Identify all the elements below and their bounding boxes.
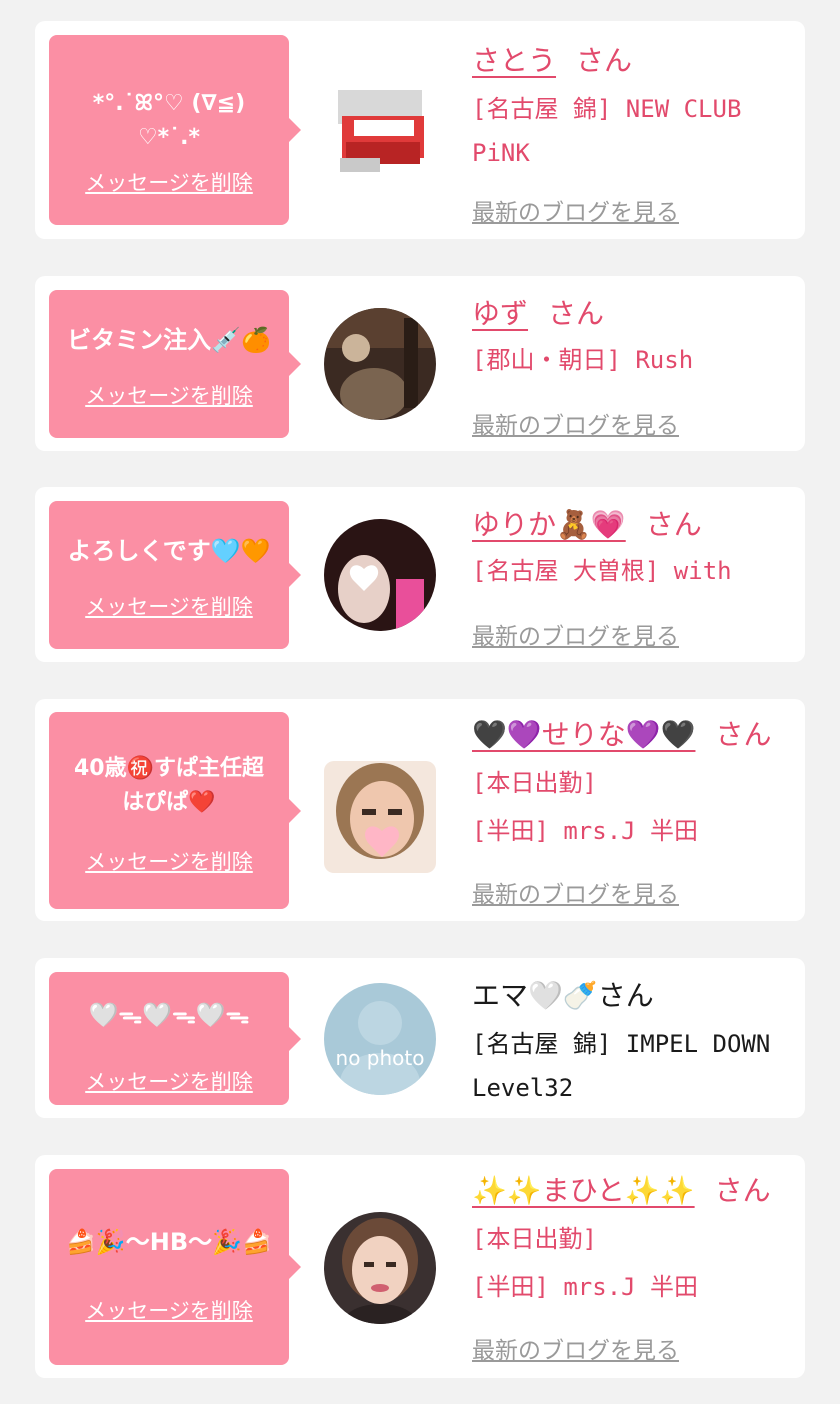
message-card: 🤍ᯓ🤍ᯓ🤍ᯓ メッセージを削除 no photo エマ🤍🍼さん [名古屋 錦] … [35,958,805,1118]
message-bubble: *°.˙ꕤ°♡ (∇≦) ♡*˙.* メッセージを削除 [49,35,301,225]
message-bubble: 🤍ᯓ🤍ᯓ🤍ᯓ メッセージを削除 [49,972,301,1105]
avatar[interactable] [324,761,436,873]
avatar-photo-icon [324,1212,436,1324]
honorific: さん [576,44,633,77]
avatar[interactable] [324,76,436,188]
latest-blog-link[interactable]: 最新のブログを見る [472,875,679,909]
avatar[interactable]: no photo [324,983,436,1095]
cast-name-link[interactable]: ゆず [472,297,528,330]
message-card: 🍰🎉〜HB〜🎉🍰 メッセージを削除 ✨✨まひと✨✨ さん [本日出勤] [半田] … [35,1155,805,1378]
message-card: よろしくです🩵🧡 メッセージを削除 ゆりか🧸💗 さん [名古屋 大曽根] with… [35,487,805,662]
shop-status: [本日出勤] [472,769,597,797]
message-text: 🤍ᯓ🤍ᯓ🤍ᯓ [88,1001,250,1029]
shop-info: [名古屋 大曽根] with [472,557,732,585]
avatar[interactable] [324,519,436,631]
product-image-icon [324,76,436,188]
message-bubble: 🍰🎉〜HB〜🎉🍰 メッセージを削除 [49,1169,301,1365]
avatar[interactable] [324,1212,436,1324]
delete-message-button[interactable]: メッセージを削除 [49,591,289,621]
shop-info: [半田] mrs.J 半田 [472,1273,699,1301]
honorific: さん [548,297,605,330]
honorific: さん [597,979,654,1012]
shop-info: [名古屋 錦] IMPEL DOWN Level32 [472,1030,771,1102]
message-text: *°.˙ꕤ°♡ (∇≦) ♡*˙.* [92,91,246,150]
avatar-photo-icon [324,761,436,873]
cast-name-link[interactable]: さとう [472,44,556,77]
cast-name-link[interactable]: 🖤💜せりな💜🖤 [472,718,695,751]
message-card: ビタミン注入💉🍊 メッセージを削除 ゆず さん [郡山・朝日] Rush 最新のブ… [35,276,805,451]
avatar[interactable] [324,308,436,420]
no-photo-icon: no photo [324,983,436,1095]
avatar-photo-icon [324,308,436,420]
latest-blog-link[interactable]: 最新のブログを見る [472,406,679,440]
shop-info: [郡山・朝日] Rush [472,346,694,374]
message-bubble: ビタミン注入💉🍊 メッセージを削除 [49,290,301,438]
message-text: ビタミン注入💉🍊 [67,326,271,354]
delete-message-button[interactable]: メッセージを削除 [49,1066,289,1096]
message-text: よろしくです🩵🧡 [67,537,271,565]
message-text: 🍰🎉〜HB〜🎉🍰 [66,1228,272,1256]
latest-blog-link[interactable]: 最新のブログを見る [472,1331,679,1365]
honorific: さん [715,718,772,751]
cast-name: エマ🤍🍼 [472,979,598,1012]
latest-blog-link[interactable]: 最新のブログを見る [472,617,679,651]
latest-blog-link[interactable]: 最新のブログを見る [472,193,679,227]
delete-message-button[interactable]: メッセージを削除 [49,167,289,197]
delete-message-button[interactable]: メッセージを削除 [49,846,289,876]
delete-message-button[interactable]: メッセージを削除 [49,380,289,410]
message-bubble: よろしくです🩵🧡 メッセージを削除 [49,501,301,649]
shop-status: [本日出勤] [472,1225,597,1253]
shop-info: [名古屋 錦] NEW CLUB PiNK [472,95,742,167]
cast-name-link[interactable]: ✨✨まひと✨✨ [472,1174,695,1207]
message-card: 40歳㊗️すぱ主任超 はぴぱ❤️ メッセージを削除 🖤💜せりな💜🖤 さん [本日出… [35,699,805,921]
message-card: *°.˙ꕤ°♡ (∇≦) ♡*˙.* メッセージを削除 さとう さん [名古屋 錦… [35,21,805,239]
cast-name-link[interactable]: ゆりか🧸💗 [472,508,626,541]
avatar-photo-icon [324,519,436,631]
honorific: さん [714,1174,771,1207]
message-bubble: 40歳㊗️すぱ主任超 はぴぱ❤️ メッセージを削除 [49,712,301,909]
honorific: さん [645,508,702,541]
delete-message-button[interactable]: メッセージを削除 [49,1295,289,1325]
svg-text:no photo: no photo [336,1046,425,1070]
message-text: 40歳㊗️すぱ主任超 はぴぱ❤️ [73,756,264,815]
shop-info: [半田] mrs.J 半田 [472,817,699,845]
